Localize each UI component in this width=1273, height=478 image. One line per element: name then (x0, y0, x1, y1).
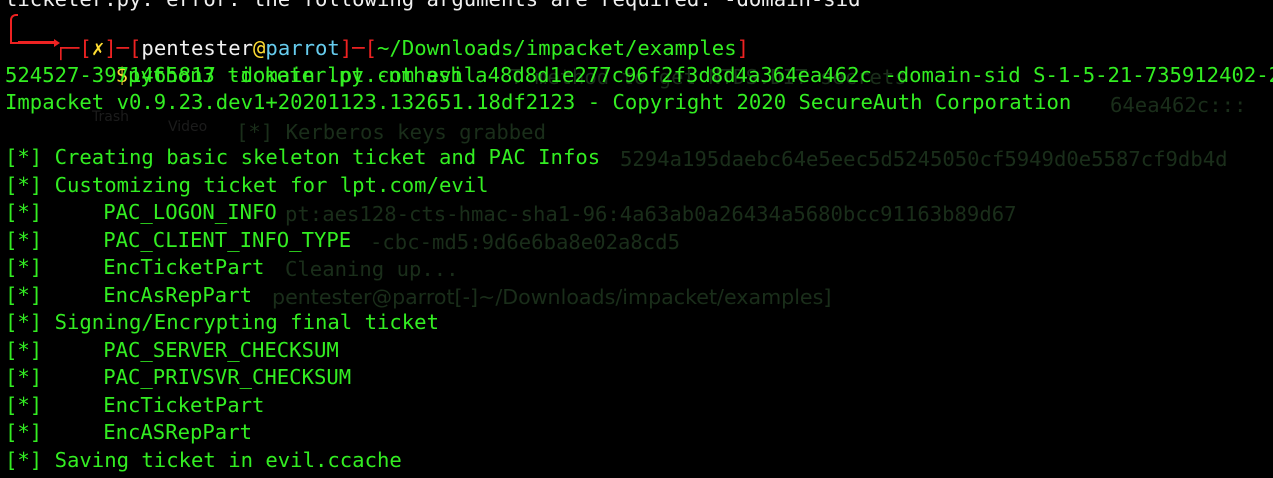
output-line: [*] PAC_PRIVSVR_CHECKSUM (5, 364, 351, 392)
output-tag: [*] (5, 337, 43, 362)
output-tag: [*] (5, 172, 43, 197)
ghost-text: -cbc-md5:9d6e6ba8e02a8cd5 (370, 230, 680, 254)
output-line: [*] EncASRepPart (5, 419, 252, 447)
prompt-corner-line (10, 14, 18, 44)
ghost-text: pentester@parrot[-]~/Downloads/impacket/… (272, 285, 832, 309)
output-line: [*] Saving ticket in evil.ccache (5, 447, 402, 475)
output-spacer (42, 448, 54, 472)
output-tag: [*] (5, 392, 43, 417)
output-text: EncTicketPart (103, 392, 265, 417)
output-line: [*] PAC_SERVER_CHECKSUM (5, 337, 339, 365)
output-text: PAC_PRIVSVR_CHECKSUM (103, 365, 352, 389)
output-text: PAC_SERVER_CHECKSUM (103, 337, 339, 362)
output-text: PAC_LOGON_INFO (103, 200, 277, 224)
command-line[interactable]: $python3 ticketer.py -nthash a48d8d1e277… (66, 34, 1273, 87)
output-tag: [*] (5, 420, 43, 444)
ghost-text: pt:aes128-cts-hmac-sha1-96:4a63ab0a26434… (285, 202, 1017, 226)
output-line: [*] EncTicketPart (5, 392, 264, 420)
prompt-header: ┌─[✗]─[pentester@parrot]─[~/Downloads/im… (5, 7, 749, 60)
output-line: [*] Customizing ticket for lpt.com/evil (5, 172, 489, 200)
output-text: Creating basic skeleton ticket and PAC I… (54, 145, 601, 169)
output-spacer (42, 310, 54, 334)
output-tag: [*] (5, 282, 43, 307)
output-line: [*] EncTicketPart (5, 254, 264, 282)
output-line: [*] Signing/Encrypting final ticket (5, 309, 439, 337)
ghost-text: [*] Kerberos keys grabbed (236, 120, 546, 144)
output-tag: [*] (5, 255, 43, 279)
output-tag: [*] (5, 145, 43, 169)
output-tag: [*] (5, 200, 43, 224)
output-tag: [*] (5, 310, 43, 334)
impacket-banner: Impacket v0.9.23.dev1+20201123.132651.18… (5, 90, 1072, 114)
output-spacer (42, 145, 54, 169)
output-line: [*] EncAsRepPart (5, 282, 252, 310)
ghost-text: 64ea462c::: (1110, 93, 1247, 117)
output-tag: [*] (5, 447, 43, 472)
command-line-wrap: 524527-3971465817 -domain lpt.com evil (5, 63, 477, 87)
output-text: EncTicketPart (103, 255, 265, 279)
output-line: [*] PAC_LOGON_INFO (5, 199, 277, 227)
output-text: Signing/Encrypting final ticket (54, 310, 439, 334)
output-tag: [*] (5, 365, 43, 389)
ghost-text: 5294a195daebc64e5eec5d5245050cf5949d0e55… (620, 147, 1228, 171)
output-text: EncAsRepPart (103, 282, 252, 307)
prompt-arrowhead-icon (54, 38, 60, 47)
output-text: Customizing ticket for lpt.com/evil (54, 172, 489, 197)
output-text: PAC_CLIENT_INFO_TYPE (103, 227, 352, 252)
terminal-window[interactable]: T method to get NTDS.DIT secrets 64ea462… (0, 0, 1273, 478)
output-line: [*] PAC_CLIENT_INFO_TYPE (5, 227, 351, 255)
output-spacer (42, 173, 54, 197)
ghost-text: Cleaning up... (285, 257, 459, 281)
output-text: EncASRepPart (103, 420, 252, 444)
prompt-arrow-icon (18, 41, 56, 44)
ghost-video-label: Video (168, 119, 208, 135)
output-line: [*] Creating basic skeleton ticket and P… (5, 144, 600, 172)
output-text: Saving ticket in evil.ccache (54, 447, 402, 472)
output-tag: [*] (5, 227, 43, 252)
